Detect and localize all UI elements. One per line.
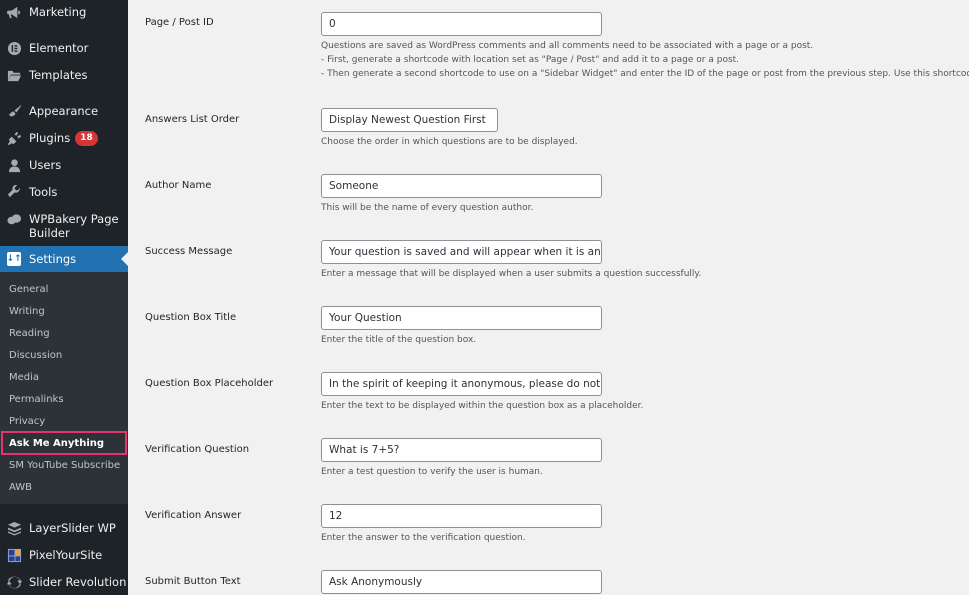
success-message-desc: Enter a message that will be displayed w… bbox=[321, 269, 702, 279]
folder-icon bbox=[6, 67, 22, 83]
sidebar-item-settings[interactable]: ↓↑ Settings bbox=[0, 246, 128, 272]
highlight-box bbox=[1, 431, 127, 455]
sidebar-item-wpbakery[interactable]: WPBakery Page Builder bbox=[0, 211, 128, 240]
sidebar-item-marketing[interactable]: Marketing bbox=[0, 4, 128, 20]
answers-order-select[interactable]: Display Newest Question First bbox=[321, 108, 498, 132]
verification-answer-desc: Enter the answer to the verification que… bbox=[321, 533, 526, 543]
page-post-id-label: Page / Post ID bbox=[145, 17, 214, 28]
question-box-placeholder-desc: Enter the text to be displayed within th… bbox=[321, 401, 644, 411]
question-box-placeholder-input[interactable]: In the spirit of keeping it anonymous, p… bbox=[321, 372, 602, 396]
page-post-id-input[interactable]: 0 bbox=[321, 12, 602, 36]
submenu-item-permalinks[interactable]: Permalinks bbox=[9, 394, 64, 406]
question-box-title-desc: Enter the title of the question box. bbox=[321, 335, 477, 345]
update-count-badge: 18 bbox=[75, 131, 98, 146]
verification-answer-input[interactable]: 12 bbox=[321, 504, 602, 528]
refresh-icon bbox=[6, 574, 22, 590]
sidebar-item-layerslider[interactable]: LayerSlider WP bbox=[0, 520, 128, 536]
answers-order-value: Display Newest Question First bbox=[329, 114, 486, 126]
submenu-item-discussion[interactable]: Discussion bbox=[9, 350, 62, 362]
submenu-item-privacy[interactable]: Privacy bbox=[9, 416, 45, 428]
question-box-title-label: Question Box Title bbox=[145, 312, 237, 323]
sidebar-item-templates[interactable]: Templates bbox=[0, 67, 128, 83]
author-name-desc: This will be the name of every question … bbox=[321, 203, 534, 213]
layers-icon bbox=[6, 520, 22, 536]
plugins-label: Plugins bbox=[29, 131, 71, 145]
sidebar-item-slider-revolution[interactable]: Slider Revolution bbox=[0, 574, 128, 590]
verification-question-label: Verification Question bbox=[145, 444, 250, 455]
question-box-title-input[interactable]: Your Question bbox=[321, 306, 602, 330]
wpbakery-cloud-icon bbox=[6, 211, 22, 227]
submenu-item-sm-youtube-subscribe[interactable]: SM YouTube Subscribe bbox=[9, 460, 120, 472]
settings-sliders-icon: ↓↑ bbox=[6, 252, 22, 266]
pixelyoursite-icon bbox=[6, 547, 22, 563]
verification-question-desc: Enter a test question to verify the user… bbox=[321, 467, 543, 477]
submit-button-text-label: Submit Button Text bbox=[145, 576, 241, 587]
question-box-placeholder-label: Question Box Placeholder bbox=[145, 378, 274, 389]
success-message-input[interactable]: Your question is saved and will appear w… bbox=[321, 240, 602, 264]
user-icon bbox=[6, 157, 22, 173]
verification-answer-label: Verification Answer bbox=[145, 510, 242, 521]
answers-order-label: Answers List Order bbox=[145, 114, 240, 125]
current-menu-arrow bbox=[121, 252, 128, 266]
plugin-icon bbox=[6, 130, 22, 146]
sidebar-item-users[interactable]: Users bbox=[0, 157, 128, 173]
sidebar-item-appearance[interactable]: Appearance bbox=[0, 103, 128, 119]
admin-sidebar: Marketing Elementor Templates Appearance… bbox=[0, 0, 128, 595]
sidebar-item-plugins[interactable]: Plugins 18 bbox=[0, 130, 128, 146]
answers-order-desc: Choose the order in which questions are … bbox=[321, 137, 578, 147]
sidebar-item-pixelyoursite[interactable]: PixelYourSite bbox=[0, 547, 128, 563]
page-post-id-desc-1: Questions are saved as WordPress comment… bbox=[321, 41, 814, 51]
submenu-item-awb[interactable]: AWB bbox=[9, 482, 32, 494]
submenu-item-general[interactable]: General bbox=[9, 284, 48, 296]
settings-form: Page / Post ID 0 Questions are saved as … bbox=[128, 0, 969, 595]
verification-question-input[interactable]: What is 7+5? bbox=[321, 438, 602, 462]
submenu-item-reading[interactable]: Reading bbox=[9, 328, 50, 340]
elementor-icon bbox=[6, 40, 22, 56]
author-name-input[interactable]: Someone bbox=[321, 174, 602, 198]
submit-button-text-input[interactable]: Ask Anonymously bbox=[321, 570, 602, 594]
sidebar-item-elementor[interactable]: Elementor bbox=[0, 40, 128, 56]
author-name-label: Author Name bbox=[145, 180, 212, 191]
submenu-item-media[interactable]: Media bbox=[9, 372, 39, 384]
page-post-id-desc-2: - First, generate a shortcode with locat… bbox=[321, 55, 740, 65]
page-post-id-desc-3: - Then generate a second shortcode to us… bbox=[321, 69, 969, 79]
success-message-label: Success Message bbox=[145, 246, 233, 257]
wrench-icon bbox=[6, 184, 22, 200]
paintbrush-icon bbox=[6, 103, 22, 119]
megaphone-icon bbox=[6, 4, 22, 20]
submenu-item-writing[interactable]: Writing bbox=[9, 306, 45, 318]
sidebar-item-tools[interactable]: Tools bbox=[0, 184, 128, 200]
